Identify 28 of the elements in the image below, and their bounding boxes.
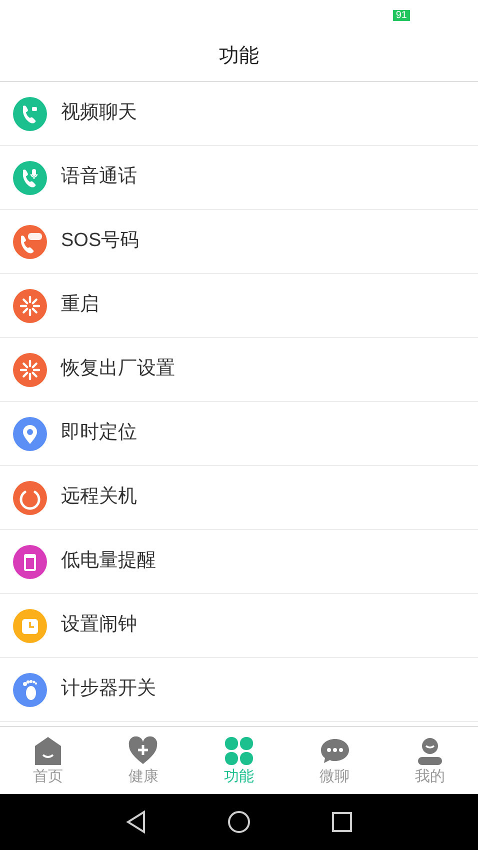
sparkle-icon <box>13 288 47 322</box>
sos-phone-icon <box>13 224 47 258</box>
heart-plus-icon <box>128 736 158 766</box>
sparkle-icon <box>13 352 47 386</box>
function-item[interactable]: 远程关机 <box>0 466 478 530</box>
battery-level: 91 <box>392 10 410 20</box>
house-icon <box>32 736 63 766</box>
function-item[interactable]: 重启 <box>0 274 478 338</box>
phone-icon <box>13 96 47 130</box>
function-item[interactable]: 即时定位 <box>0 402 478 466</box>
footprint-icon <box>13 672 47 706</box>
function-item[interactable]: 低电量提醒 <box>0 530 478 594</box>
function-item[interactable]: 恢复出厂设置 <box>0 338 478 402</box>
location-pin-icon <box>13 416 47 450</box>
function-item[interactable]: 设置闹钟 <box>0 594 478 658</box>
function-item[interactable]: SOS号码 <box>0 210 478 274</box>
alarm-clock-icon <box>13 608 47 642</box>
page-title: 功能 <box>219 44 259 68</box>
power-icon <box>13 480 47 514</box>
function-item[interactable]: 计步器开关 <box>0 658 478 722</box>
function-item[interactable]: 语音通话 <box>0 146 478 210</box>
back-icon[interactable] <box>125 810 147 834</box>
microphone-phone-icon <box>13 160 47 194</box>
clover-icon <box>224 736 254 766</box>
home-circle-icon[interactable] <box>227 810 251 834</box>
recent-apps-icon[interactable] <box>331 811 353 833</box>
battery-icon <box>13 544 47 578</box>
function-item[interactable]: 视频聊天 <box>0 82 478 146</box>
